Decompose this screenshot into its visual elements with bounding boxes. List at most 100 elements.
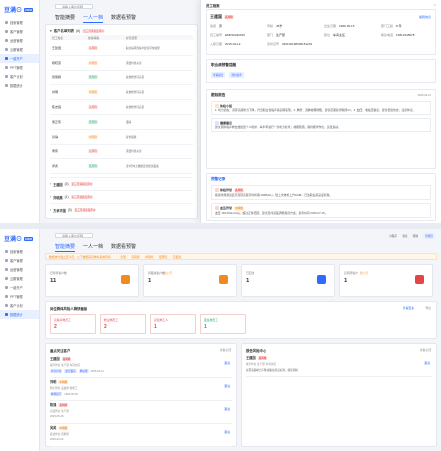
stat-icon [317,275,326,284]
sidebar-item[interactable]: 数据统计 [0,81,39,90]
table-header: 员工姓名 健康等级 标签结果 [50,35,193,40]
sidebar-item[interactable]: 一键开户 [0,54,39,63]
notice-filter-tag[interactable]: 低风险 [158,254,168,259]
view-report-button[interactable]: 查看报告 [211,72,226,78]
list-item[interactable]: 王建国 高风险 噪声作业 生产部 车间主任 听力异常 血压偏高 肺功能 2025-06-12… [50,355,232,378]
collapsed-group[interactable]: › 刘晓燕 (1) 近三月满意度评价 [50,190,193,203]
miniapp-link[interactable]: 小程序 [389,234,397,238]
tab-summary[interactable]: 智能摘要 [55,14,75,23]
nav-icon [5,30,8,33]
list-item[interactable]: 刘明 中风险 粉尘作业 设备部 维修工 肺部结节 2025-06-08 跟进 [50,378,232,401]
search-input[interactable] [55,233,93,238]
key-customers-card: 重点关注客户 查看全部 王建国 高风险 噪声作业 生产部 车间主任 听力异常 血压偏高肺… [45,343,237,447]
basic-info-card: 王建国 高风险 编辑信息 性别男 年龄 45岁 出生日期 1980-05-15 部门工龄 8… [206,9,436,55]
table-row[interactable]: 郭勇 低风险 近3月内无数据变化建议跟进 [50,159,193,175]
tab-profile[interactable]: 一人一档 [83,243,103,252]
tab-warning[interactable]: 数据看预警 [111,243,136,252]
tab-warning[interactable]: 数据看预警 [111,14,136,23]
sidebar-item[interactable]: 客户管理 [0,27,39,36]
tab-profile[interactable]: 一人一档 [83,14,104,23]
stat-card[interactable]: 高风险客户 1 较上月 [339,264,433,297]
stat-card[interactable]: 待跟进客户数 1 较上月 [143,264,237,297]
chevron-down-icon: ▾ [50,28,52,33]
row-tag: 需要持续关注 [126,150,142,154]
search-input[interactable] [55,4,93,9]
sidebar-item[interactable]: PPT管理 [0,63,39,72]
table-row[interactable]: 陈志强 高风险 其他检查待完善 [50,100,193,115]
risk-item[interactable]: 王建国 高风险 噪声作业 生产部 车间主任 双耳高频听力下降达职业禁忌标准，建议… [246,355,432,377]
focus-board-title: 岗位群体风险人群快看板 [50,307,88,311]
sidebar-item-label: 运营管理 [10,268,23,272]
group-header[interactable]: ▾ 客户名单列表 (6) 近三月满意度评价 [50,28,105,33]
warning-record-item[interactable]: 血压异常 中风险 血压 160/100mmHg，超过正常范围，建议及时就医调整用药方… [211,203,431,218]
sidebar-item[interactable]: 线索管理 [0,247,39,256]
stat-card[interactable]: 已筛查客户数 11 [45,264,139,297]
list-item-follow-button[interactable]: 跟进 [224,430,230,434]
table-row[interactable]: 孙静 中风险 复查提醒 [50,130,193,145]
stat-label: 已回访 [246,271,255,275]
user-menu[interactable]: 管理员 [423,233,435,239]
focus-card[interactable]: 夜班岗员工 1 [200,314,246,334]
collapsed-group[interactable]: › 王建国 (3) 近三月满意度评价 [50,177,193,190]
chevron-right-icon: › [50,208,52,212]
row-name: 王建国 [52,45,62,50]
tab-summary[interactable]: 智能摘要 [55,243,76,252]
table-row[interactable]: 张丽娟 低风险 其他检查待完善 [50,71,193,86]
notice-filter-tag[interactable]: 高风险 [130,254,141,259]
sidebar: 豆满⊙ CRM 线索管理 客户管理 运营管理 云服管理 一键开户 PPT管理 客户计划 数据统计 [0,0,40,223]
help-link[interactable]: 帮助 [413,234,419,238]
list-item-chip: 血压偏高 [64,369,77,373]
list-item-tag: 高风险 [58,402,69,407]
sidebar-item[interactable]: 运营管理 [0,36,39,45]
collapsed-group[interactable]: › 方卓华国 (0) 近三月满意度评价 [50,203,193,216]
risk-item-follow-button[interactable]: 跟进 [424,361,430,365]
notice-bar: 数据统计截止至今日，以下数据来自体检系统同步。 全部 高风险 中风险 低风险 已跟进 [45,253,437,260]
notice-filter-tag[interactable]: 全部 [119,254,127,259]
notice-filter-tag[interactable]: 已跟进 [171,254,182,259]
focus-card[interactable]: 高温岗工人 1 [150,314,196,334]
view-more-button[interactable]: 查看更多 [403,306,414,310]
focus-card[interactable]: 高噪声岗员工 2 [50,314,96,334]
list-item[interactable]: 陈强 高风险 高温作业 生产部 2025-05-28 跟进 [50,401,232,424]
sidebar-item[interactable]: PPT管理 [0,292,39,301]
sidebar-item[interactable]: 运营管理 [0,265,39,274]
close-icon[interactable]: × [434,2,436,7]
stat-card[interactable]: 已回访 1 [241,264,335,297]
list-item-follow-button[interactable]: 跟进 [224,384,230,388]
key-customers-view-all[interactable]: 查看全部 [220,348,231,352]
message-link[interactable]: 消息 [402,234,408,238]
table-row[interactable]: 王建国 高风险 职业病风险客户建议尽快处理 [50,41,193,56]
sidebar-item[interactable]: 客户计划 [0,72,39,81]
row-level: 低风险 [88,119,98,124]
stat-value: 1 [148,278,152,284]
list-item[interactable]: 吴英 中风险 夜班作业 质检部 2025-05-20 跟进 [50,424,232,447]
focus-card[interactable]: 粉尘岗员工 2 [100,314,146,334]
table-row[interactable]: 杨晓燕 中风险 需要持续关注 [50,56,193,71]
sidebar-item-label: PPT管理 [10,66,23,70]
notice-filter-tag[interactable]: 中风险 [144,254,155,259]
sidebar-item[interactable]: 线索管理 [0,18,39,27]
export-button[interactable]: 导出 [425,306,431,310]
sidebar-item[interactable]: 云服管理 [0,45,39,54]
edit-info-link[interactable]: 编辑信息 [419,15,431,19]
info-field: 性别男 [210,24,223,28]
stat-value: 1 [246,278,250,284]
sidebar-item[interactable]: 客户管理 [0,256,39,265]
table-row[interactable]: 吴正伟 低风险 慢病 [50,115,193,130]
sidebar-item[interactable]: 一键开户 [0,283,39,292]
list-item-follow-button[interactable]: 跟进 [224,361,230,365]
table-row[interactable]: 黄伟 高风险 需要持续关注 [50,145,193,160]
sidebar-item[interactable]: 云服管理 [0,274,39,283]
list-item-follow-button[interactable]: 跟进 [224,407,230,411]
table-row[interactable]: 刘明 中风险 其他检查待完善 [50,85,193,101]
warning-record-item[interactable]: 体检异常 高风险 纯音听阈测试显示双耳高频平均听阈 45dB(HL)，较上次体检上升… [211,185,431,200]
sidebar-item-label: 数据统计 [10,84,23,88]
sidebar-item[interactable]: 客户计划 [0,301,39,310]
info-field: 年龄 45岁 [267,24,283,28]
sidebar-item[interactable]: 数据统计 [0,310,39,319]
info-field: 入职日期 2015-03-12 [210,42,241,46]
nav-icon [5,295,8,298]
book-recheck-button[interactable]: 预约复查 [229,72,244,78]
risk-center-view-all[interactable]: 查看全部 [420,348,431,352]
trace-title: 跟踪报告 [211,93,226,97]
